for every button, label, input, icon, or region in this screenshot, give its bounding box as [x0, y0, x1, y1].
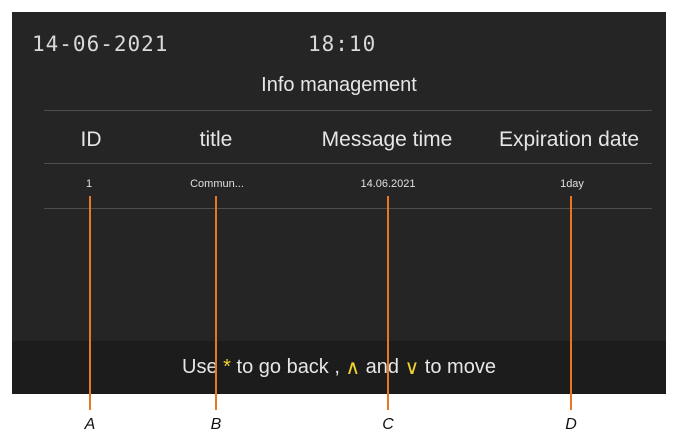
row-divider [44, 208, 652, 209]
down-arrow-icon: ∨ [404, 357, 420, 379]
column-header-id: ID [80, 128, 102, 151]
header-top-divider [44, 110, 652, 111]
column-header-message-time: Message time [321, 128, 453, 151]
time-display: 18:10 [308, 32, 377, 56]
callout-label-d: D [565, 416, 577, 433]
callout-line-b [215, 196, 217, 410]
hint-back-text: to go back , [230, 356, 346, 378]
page-title: Info management [261, 74, 417, 96]
callout-line-c [387, 196, 389, 410]
up-arrow-icon: ∧ [345, 357, 361, 379]
navigation-hint-bar: Use * to go back , ∧ and ∨ to move [12, 341, 666, 394]
hint-and-text: and [360, 356, 405, 378]
callout-label-c: C [382, 416, 394, 433]
cell-id: 1 [85, 178, 93, 190]
cell-expiration-date: 1day [560, 178, 584, 190]
hint-prefix: Use [182, 356, 224, 378]
cell-title: Commun... [190, 178, 244, 190]
cell-message-time: 14.06.2021 [360, 178, 416, 190]
callout-label-a: A [84, 416, 96, 433]
header-bottom-divider [44, 163, 652, 164]
callout-label-b: B [210, 416, 222, 433]
date-display: 14-06-2021 [32, 32, 169, 56]
callout-line-a [89, 196, 91, 410]
hint-move-text: to move [419, 356, 496, 378]
back-key-icon: * [223, 356, 231, 378]
column-header-expiration-date: Expiration date [498, 128, 640, 151]
column-header-title: title [199, 128, 233, 151]
device-screen: 14-06-2021 18:10 Info management ID titl… [12, 12, 666, 394]
callout-line-d [570, 196, 572, 410]
